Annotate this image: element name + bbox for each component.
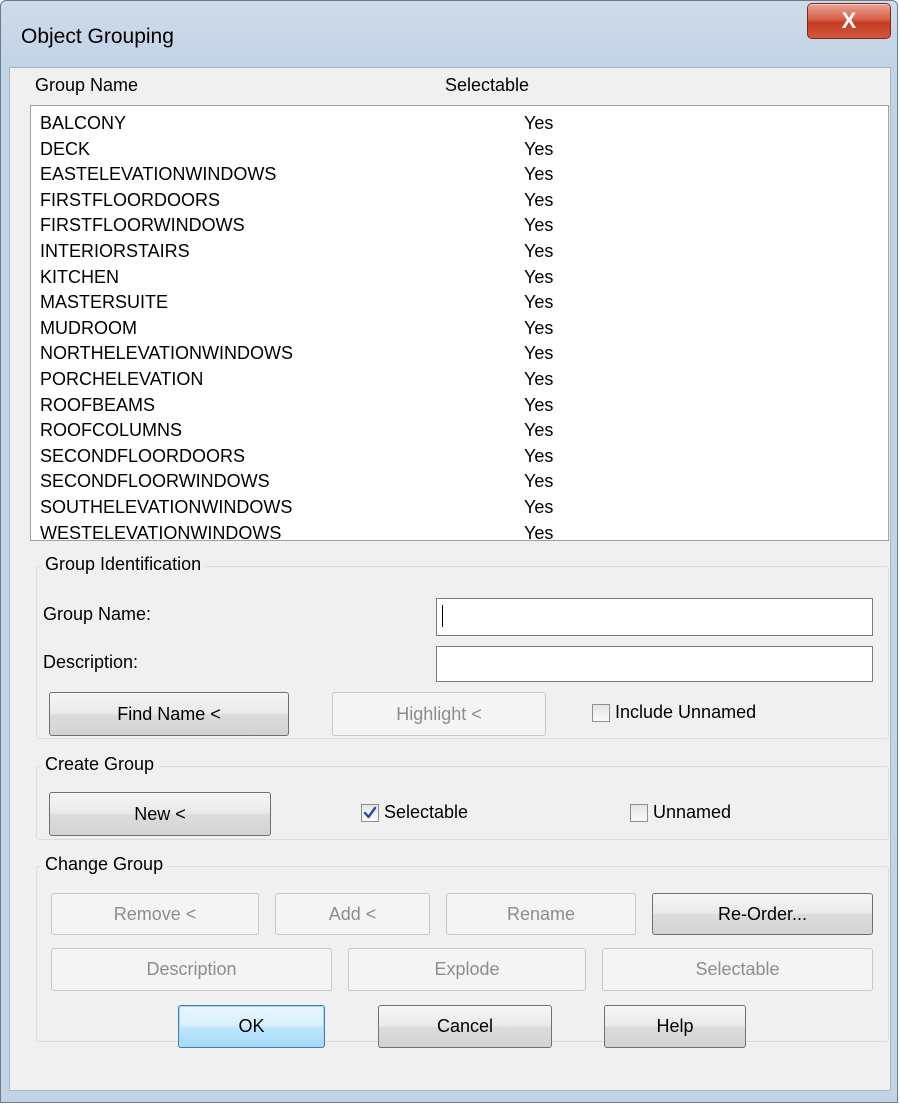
- create-group-title: Create Group: [41, 754, 159, 775]
- list-item[interactable]: SECONDFLOORDOORS Yes: [31, 443, 888, 469]
- list-item[interactable]: NORTHELEVATIONWINDOWS Yes: [31, 340, 888, 366]
- description-label: Description:: [43, 652, 139, 672]
- selectable-cell: Yes: [524, 497, 554, 517]
- list-item[interactable]: INTERIORSTAIRS Yes: [31, 238, 888, 264]
- ok-button[interactable]: OK: [178, 1005, 325, 1048]
- group-name-cell: INTERIORSTAIRS: [40, 241, 190, 261]
- dialog-window: Object Grouping X Group Name Selectable …: [0, 0, 898, 1103]
- include-unnamed-checkbox[interactable]: Include Unnamed: [592, 702, 756, 723]
- list-item[interactable]: MUDROOM Yes: [31, 315, 888, 341]
- selectable-cell: Yes: [524, 394, 554, 415]
- cancel-button[interactable]: Cancel: [378, 1005, 552, 1048]
- selectable-cell: Yes: [524, 138, 554, 159]
- group-identification-title: Group Identification: [41, 554, 206, 575]
- group-name-label: Group Name:: [43, 604, 152, 624]
- help-button[interactable]: Help: [604, 1005, 746, 1048]
- include-unnamed-checkbox-box[interactable]: [592, 703, 610, 722]
- list-item[interactable]: EASTELEVATIONWINDOWS Yes: [31, 161, 888, 187]
- selectable-button[interactable]: Selectable: [602, 948, 873, 991]
- unnamed-checkbox[interactable]: Unnamed: [630, 802, 731, 823]
- unnamed-label: Unnamed: [653, 802, 732, 822]
- selectable-cell: Yes: [524, 445, 554, 466]
- selectable-checkbox[interactable]: Selectable: [361, 802, 468, 823]
- selectable-cell: Yes: [524, 266, 554, 287]
- group-name-cell: PORCHELEVATION: [40, 369, 204, 389]
- group-name-cell: ROOFBEAMS: [40, 394, 156, 415]
- find-name-button[interactable]: Find Name <: [49, 692, 289, 736]
- list-item[interactable]: FIRSTFLOORWINDOWS Yes: [31, 212, 888, 238]
- selectable-cell: Yes: [524, 189, 554, 210]
- group-name-cell: FIRSTFLOORDOORS: [40, 189, 221, 210]
- group-name-cell: KITCHEN: [40, 266, 120, 287]
- group-name-cell: WESTELEVATIONWINDOWS: [40, 522, 282, 543]
- list-item[interactable]: SOUTHELEVATIONWINDOWS Yes: [31, 494, 888, 520]
- selectable-cell: Yes: [524, 241, 554, 261]
- group-name-cell: SOUTHELEVATIONWINDOWS: [40, 497, 293, 517]
- close-button[interactable]: X: [807, 3, 891, 39]
- explode-button[interactable]: Explode: [348, 948, 586, 991]
- selectable-cell: Yes: [524, 317, 554, 338]
- group-name-cell: BALCONY: [40, 113, 127, 133]
- group-name-cell: DECK: [40, 138, 91, 159]
- group-name-field[interactable]: [436, 598, 873, 636]
- group-name-cell: EASTELEVATIONWINDOWS: [40, 164, 277, 185]
- list-item[interactable]: SECONDFLOORWINDOWS Yes: [31, 468, 888, 494]
- selectable-checkbox-box[interactable]: [361, 803, 379, 822]
- group-name-cell: NORTHELEVATIONWINDOWS: [40, 343, 294, 364]
- group-list[interactable]: BALCONY Yes DECK Yes EASTELEVATIONWINDOWS Yes…: [30, 105, 889, 543]
- list-item[interactable]: ROOFBEAMS Yes: [31, 392, 888, 418]
- rename-button[interactable]: Rename: [446, 893, 636, 935]
- selectable-cell: Yes: [524, 343, 554, 364]
- selectable-cell: Yes: [524, 471, 554, 492]
- remove-button[interactable]: Remove <: [51, 893, 259, 935]
- list-item[interactable]: WESTELEVATIONWINDOWS Yes: [31, 520, 888, 546]
- list-item[interactable]: MASTERSUITE Yes: [31, 289, 888, 315]
- group-name-cell: MASTERSUITE: [40, 292, 169, 313]
- text-caret: [442, 605, 443, 627]
- window-title: Object Grouping: [21, 25, 174, 48]
- description-button[interactable]: Description: [51, 948, 332, 991]
- new-group-button[interactable]: New <: [49, 792, 271, 836]
- selectable-cell: Yes: [524, 522, 554, 543]
- highlight-button[interactable]: Highlight <: [332, 692, 546, 736]
- group-name-cell: MUDROOM: [40, 317, 137, 338]
- selectable-cell: Yes: [524, 164, 554, 185]
- reorder-button[interactable]: Re-Order...: [652, 893, 873, 935]
- change-group-title: Change Group: [41, 854, 168, 875]
- list-item[interactable]: PORCHELEVATION Yes: [31, 366, 888, 392]
- close-icon: X: [841, 8, 857, 33]
- include-unnamed-label: Include Unnamed: [615, 702, 757, 722]
- selectable-cell: Yes: [524, 215, 554, 236]
- selectable-cell: Yes: [524, 113, 554, 133]
- group-name-cell: FIRSTFLOORWINDOWS: [40, 215, 245, 236]
- list-item[interactable]: FIRSTFLOORDOORS Yes: [31, 187, 888, 213]
- group-name-cell: SECONDFLOORDOORS: [40, 445, 246, 466]
- group-name-cell: ROOFCOLUMNS: [40, 420, 183, 441]
- description-field[interactable]: [436, 646, 873, 682]
- unnamed-checkbox-box[interactable]: [630, 803, 648, 822]
- selectable-label: Selectable: [384, 802, 469, 822]
- selectable-cell: Yes: [524, 369, 554, 389]
- list-item[interactable]: BALCONY Yes: [31, 110, 888, 136]
- group-name-cell: SECONDFLOORWINDOWS: [40, 471, 270, 492]
- selectable-cell: Yes: [524, 420, 554, 441]
- selectable-cell: Yes: [524, 292, 554, 313]
- add-button[interactable]: Add <: [275, 893, 430, 935]
- column-header-selectable[interactable]: Selectable: [445, 75, 529, 96]
- checkmark-icon: [363, 806, 377, 818]
- list-item[interactable]: KITCHEN Yes: [31, 264, 888, 290]
- list-item[interactable]: DECK Yes: [31, 136, 888, 162]
- list-header: Group Name Selectable: [27, 75, 887, 105]
- list-item[interactable]: ROOFCOLUMNS Yes: [31, 417, 888, 443]
- column-header-group-name[interactable]: Group Name: [35, 75, 138, 96]
